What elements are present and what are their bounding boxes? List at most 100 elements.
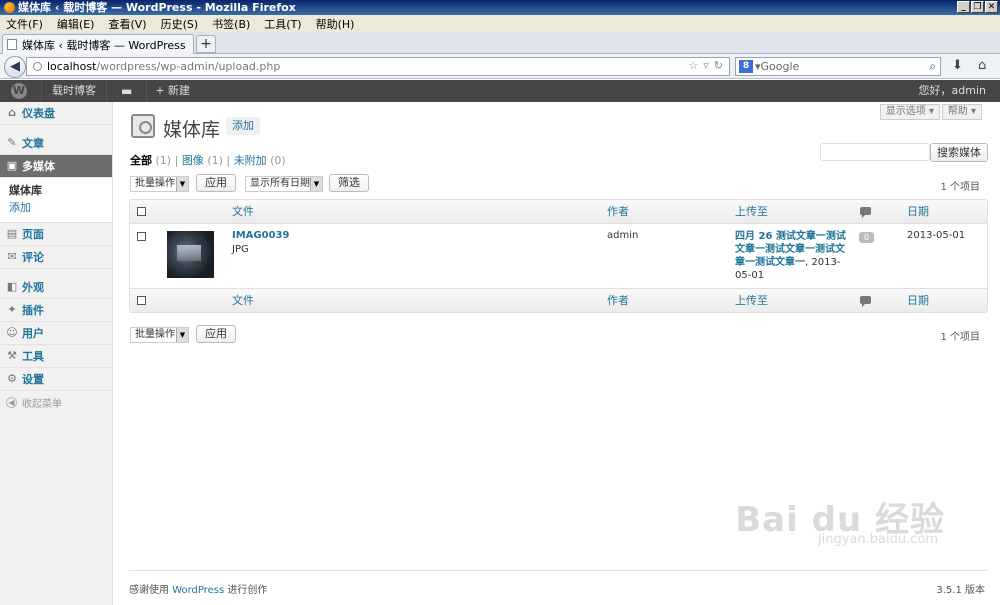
admin-sidebar: ⌂ 仪表盘 ✎ 文章 ▣ 多媒体 媒体库 添加 ▤ 页面 ✉ 评论 ◧ 外观 ✦ 插件 ☺ 用户…: [0, 102, 113, 605]
table-row: IMAG0039 JPG admin 四月 26 测试文章一测试文章一测试文章一…: [130, 224, 987, 288]
bulk-actions-value: 批量操作: [135, 178, 175, 189]
reload-icon[interactable]: ↻: [714, 59, 723, 72]
close-button[interactable]: ✕: [985, 1, 998, 13]
filter-all[interactable]: 全部: [130, 154, 152, 167]
browser-menubar: 文件(F) 编辑(E) 查看(V) 历史(S) 书签(B) 工具(T) 帮助(H…: [0, 15, 1000, 32]
sidebar-item-users[interactable]: ☺ 用户: [0, 322, 112, 345]
sidebar-item-settings[interactable]: ⚙ 设置: [0, 368, 112, 391]
dropdown-icon[interactable]: ▿: [703, 59, 709, 72]
sidebar-item-plugins[interactable]: ✦ 插件: [0, 299, 112, 322]
globe-icon: [33, 62, 42, 71]
filter-unattached[interactable]: 未附加: [234, 154, 267, 167]
sidebar-item-label: 用户: [22, 327, 44, 340]
column-author[interactable]: 作者: [607, 200, 629, 224]
sidebar-item-comments[interactable]: ✉ 评论: [0, 246, 112, 269]
menu-bookmarks[interactable]: 书签(B): [212, 16, 250, 32]
browser-tab[interactable]: 媒体库 ‹ 载时博客 — WordPress: [2, 34, 194, 54]
back-button[interactable]: ◀: [4, 56, 26, 78]
version-text: 3.5.1 版本: [936, 585, 985, 596]
search-media-button[interactable]: 搜索媒体: [930, 143, 988, 162]
menu-view[interactable]: 查看(V): [108, 16, 146, 32]
comments-bubble-icon[interactable]: ▬: [107, 84, 146, 98]
select-all-checkbox[interactable]: [137, 207, 146, 216]
comments-column-icon[interactable]: [860, 207, 871, 218]
search-media-input[interactable]: [820, 143, 930, 161]
column-uploaded-to[interactable]: 上传至: [735, 289, 768, 313]
filter-image[interactable]: 图像: [182, 154, 204, 167]
sidebar-item-appearance[interactable]: ◧ 外观: [0, 276, 112, 299]
menu-file[interactable]: 文件(F): [6, 16, 43, 32]
date-filter-value: 显示所有日期: [250, 178, 310, 189]
new-content-link[interactable]: + 新建: [146, 80, 198, 102]
column-date[interactable]: 日期: [907, 289, 929, 313]
collapse-menu-button[interactable]: ◀ 收起菜单: [0, 391, 112, 413]
media-thumbnail[interactable]: [167, 231, 214, 278]
media-library-icon: [131, 114, 155, 138]
wordpress-link[interactable]: WordPress: [172, 585, 224, 596]
filter-button[interactable]: 筛选: [329, 174, 369, 192]
column-file[interactable]: 文件: [232, 200, 254, 224]
footer-thanks-prefix: 感谢使用: [129, 585, 173, 596]
sidebar-item-label: 仪表盘: [22, 107, 55, 120]
url-bar[interactable]: localhost/wordpress/wp-admin/upload.php …: [26, 57, 730, 76]
media-icon: ▣: [6, 159, 18, 172]
page-title: 媒体库: [163, 119, 221, 141]
sidebar-item-label: 多媒体: [22, 160, 55, 173]
media-file-link[interactable]: IMAG0039: [232, 230, 289, 241]
window-controls: _ ❐ ✕: [957, 1, 998, 13]
bulk-actions-select-top[interactable]: 批量操作 ▼: [130, 176, 189, 192]
column-file[interactable]: 文件: [232, 289, 254, 313]
row-checkbox[interactable]: [137, 232, 146, 241]
url-actions: ☆ ▿ ↻: [688, 59, 723, 72]
menu-tools[interactable]: 工具(T): [264, 16, 301, 32]
download-icon[interactable]: ⬇: [952, 58, 963, 73]
maximize-button[interactable]: ❐: [971, 1, 984, 13]
menu-history[interactable]: 历史(S): [161, 16, 199, 32]
magnifier-icon[interactable]: ⌕: [929, 59, 936, 74]
dropdown-arrow-icon: ▼: [176, 328, 188, 342]
navigation-bar: ◀ localhost/wordpress/wp-admin/upload.ph…: [0, 54, 1000, 79]
sidebar-item-tools[interactable]: ⚒ 工具: [0, 345, 112, 368]
comment-count-badge[interactable]: 0: [859, 232, 874, 243]
column-author[interactable]: 作者: [607, 289, 629, 313]
submenu-library[interactable]: 媒体库: [9, 182, 112, 199]
submenu-add-new[interactable]: 添加: [9, 199, 112, 216]
minimize-button[interactable]: _: [957, 1, 970, 13]
bulk-actions-select-bottom[interactable]: 批量操作 ▼: [130, 327, 189, 343]
column-uploaded-to[interactable]: 上传至: [735, 200, 768, 224]
new-tab-button[interactable]: +: [196, 35, 216, 53]
sidebar-item-posts[interactable]: ✎ 文章: [0, 132, 112, 155]
dashboard-icon: ⌂: [8, 106, 16, 119]
comments-column-icon[interactable]: [860, 296, 871, 307]
search-engine-icon[interactable]: 8: [739, 60, 753, 73]
menu-help[interactable]: 帮助(H): [316, 16, 355, 32]
add-new-button[interactable]: 添加: [226, 117, 260, 135]
search-bar[interactable]: 8 ▾ Google ⌕: [735, 57, 941, 76]
howdy-account-link[interactable]: 您好，admin: [919, 80, 986, 102]
filter-image-count: (1): [207, 154, 223, 167]
date-filter-select[interactable]: 显示所有日期 ▼: [245, 176, 323, 192]
menu-edit[interactable]: 编辑(E): [57, 16, 95, 32]
site-name-link[interactable]: 载时博客: [41, 80, 107, 102]
sidebar-item-dashboard[interactable]: ⌂ 仪表盘: [0, 102, 112, 125]
footer-thanks-suffix: 进行创作: [224, 585, 268, 596]
star-icon[interactable]: ☆: [688, 59, 698, 72]
help-tab[interactable]: 帮助 ▾: [941, 104, 982, 120]
admin-footer: 感谢使用 WordPress 进行创作 3.5.1 版本: [129, 570, 987, 596]
sidebar-item-label: 评论: [22, 251, 44, 264]
sidebar-item-media[interactable]: ▣ 多媒体: [0, 155, 112, 178]
column-date[interactable]: 日期: [907, 200, 929, 224]
apply-button-bottom[interactable]: 应用: [196, 325, 236, 343]
wordpress-logo-icon[interactable]: W: [11, 83, 27, 99]
tools-icon: ⚒: [7, 349, 17, 362]
sidebar-item-pages[interactable]: ▤ 页面: [0, 223, 112, 246]
sidebar-item-label: 外观: [22, 281, 44, 294]
home-icon[interactable]: ⌂: [978, 58, 986, 73]
filter-unattached-count: (0): [270, 154, 286, 167]
screen-options-tab[interactable]: 显示选项 ▾: [879, 104, 940, 120]
appearance-icon: ◧: [6, 280, 18, 293]
window-title: 媒体库 ‹ 载时博客 — WordPress - Mozilla Firefox: [18, 1, 296, 14]
apply-button-top[interactable]: 应用: [196, 174, 236, 192]
collapse-label: 收起菜单: [22, 398, 62, 410]
select-all-checkbox-bottom[interactable]: [137, 296, 146, 305]
